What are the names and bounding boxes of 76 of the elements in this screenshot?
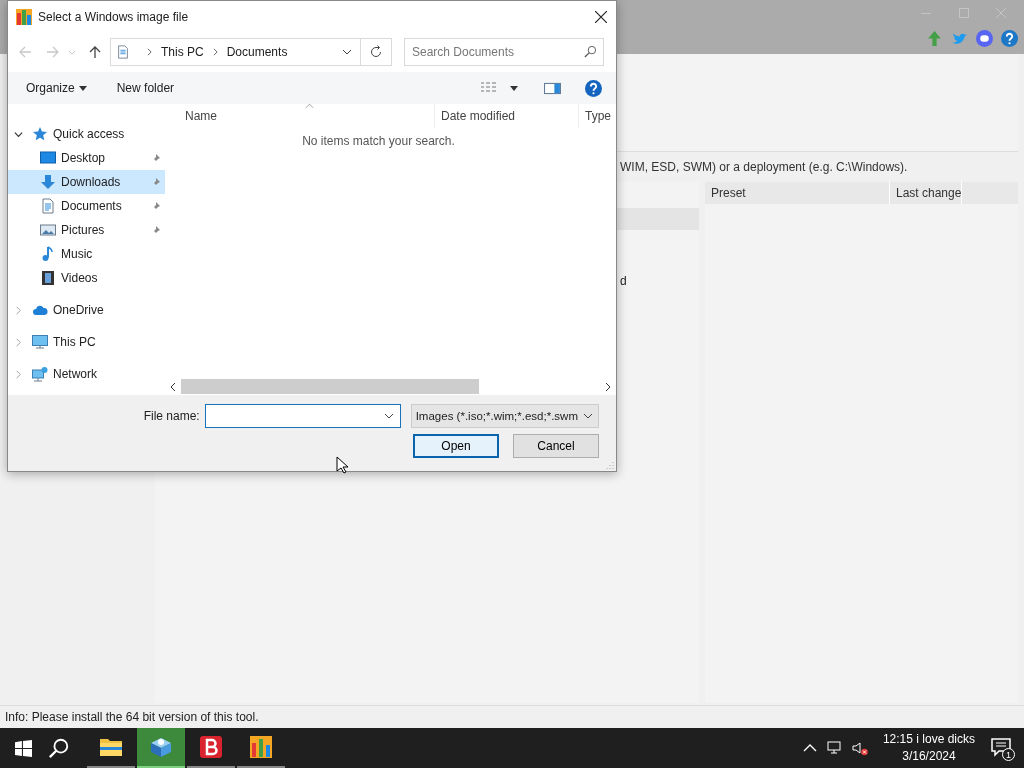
nav-label: Music [61,247,93,261]
dialog-button[interactable]: Open [413,434,499,458]
clock-date[interactable]: 3/16/2024 [902,748,956,765]
resize-grip-icon[interactable] [606,461,614,469]
nav-item[interactable]: Quick access [8,122,165,146]
nav-item[interactable]: This PC [8,330,165,354]
document-icon [116,44,130,60]
nav-label: OneDrive [53,303,104,317]
file-name-label: File name: [143,409,200,423]
nav-item[interactable]: Desktop [8,146,165,170]
bar-chart-icon [16,8,32,25]
file-name-field[interactable] [204,404,401,428]
close-icon[interactable] [595,10,607,23]
list-text: d [620,274,627,288]
document-icon [40,198,56,214]
empty-message: No items match your search. [301,134,456,148]
chevron-icon[interactable] [212,48,218,56]
monitor-icon[interactable] [826,740,843,756]
dialog-button[interactable]: Cancel [513,434,599,458]
film-icon [40,270,56,286]
nav-label: Network [53,367,97,381]
music-note-icon [40,246,56,262]
dropdown-caret-icon[interactable] [383,413,394,419]
nav-label: Desktop [61,151,106,165]
letter-icon [199,735,223,759]
nav-label: Videos [61,271,98,285]
preview-pane-icon[interactable] [544,81,561,95]
dropdown-caret-icon[interactable] [583,413,593,419]
box-icon [149,735,173,759]
window-title: Select a Windows image file [38,9,190,24]
organize-menu[interactable]: Organize [26,81,87,95]
up-arrow-icon[interactable] [88,45,102,59]
column-header[interactable]: Type [579,104,616,128]
star-icon [32,126,48,142]
caret-icon[interactable] [510,85,518,91]
download-arrow-icon [40,174,56,190]
nav-label: Documents [61,199,122,213]
nav-item[interactable]: OneDrive [8,298,165,322]
column-header[interactable]: Date modified [435,104,579,128]
computer-icon [32,334,48,350]
help-icon[interactable] [585,79,602,97]
windows-start-icon[interactable] [15,739,32,757]
search-field[interactable]: Search Documents [404,38,604,66]
chevron-icon[interactable] [147,48,152,56]
nav-label: This PC [53,335,96,349]
nav-item[interactable]: Music [8,242,165,266]
address-bar[interactable]: This PC Documents [110,38,392,66]
search-icon[interactable] [48,737,70,759]
scroll-right-icon[interactable] [605,381,611,392]
picture-icon [40,222,56,238]
scrollbar-thumb[interactable] [181,379,479,394]
column-header[interactable]: Name [165,104,435,128]
network-icon [32,366,48,382]
nav-item[interactable]: Downloads [8,170,165,194]
help-icon[interactable] [1001,29,1018,47]
chat-circle-icon[interactable] [976,29,993,47]
dropdown-caret-icon[interactable] [342,49,352,55]
search-icon[interactable] [584,45,597,58]
nav-label: Quick access [53,127,125,141]
refresh-icon[interactable] [369,45,383,59]
new-folder-button[interactable]: New folder [116,81,175,95]
clock-time[interactable]: 12:15 i love dicks [882,731,975,748]
chevron-icon[interactable] [14,129,23,139]
sort-caret-icon [305,103,314,108]
nav-item[interactable]: Pictures [8,218,165,242]
nav-item[interactable]: Network [8,362,165,386]
speaker-muted-icon[interactable] [851,740,868,756]
file-type-dropdown[interactable]: Images (*.iso;*.wim;*.esd;*.swm [410,404,599,428]
scroll-left-icon[interactable] [170,381,176,392]
nav-label: Pictures [61,223,105,237]
nav-item[interactable]: Videos [8,266,165,290]
bar-chart-icon [249,735,273,759]
hint-text: WIM, ESD, SWM) or a deployment (e.g. C:\Windows). [620,160,908,174]
nav-label: Downloads [61,175,121,189]
nav-item[interactable]: Documents [8,194,165,218]
desktop-icon [40,150,56,166]
